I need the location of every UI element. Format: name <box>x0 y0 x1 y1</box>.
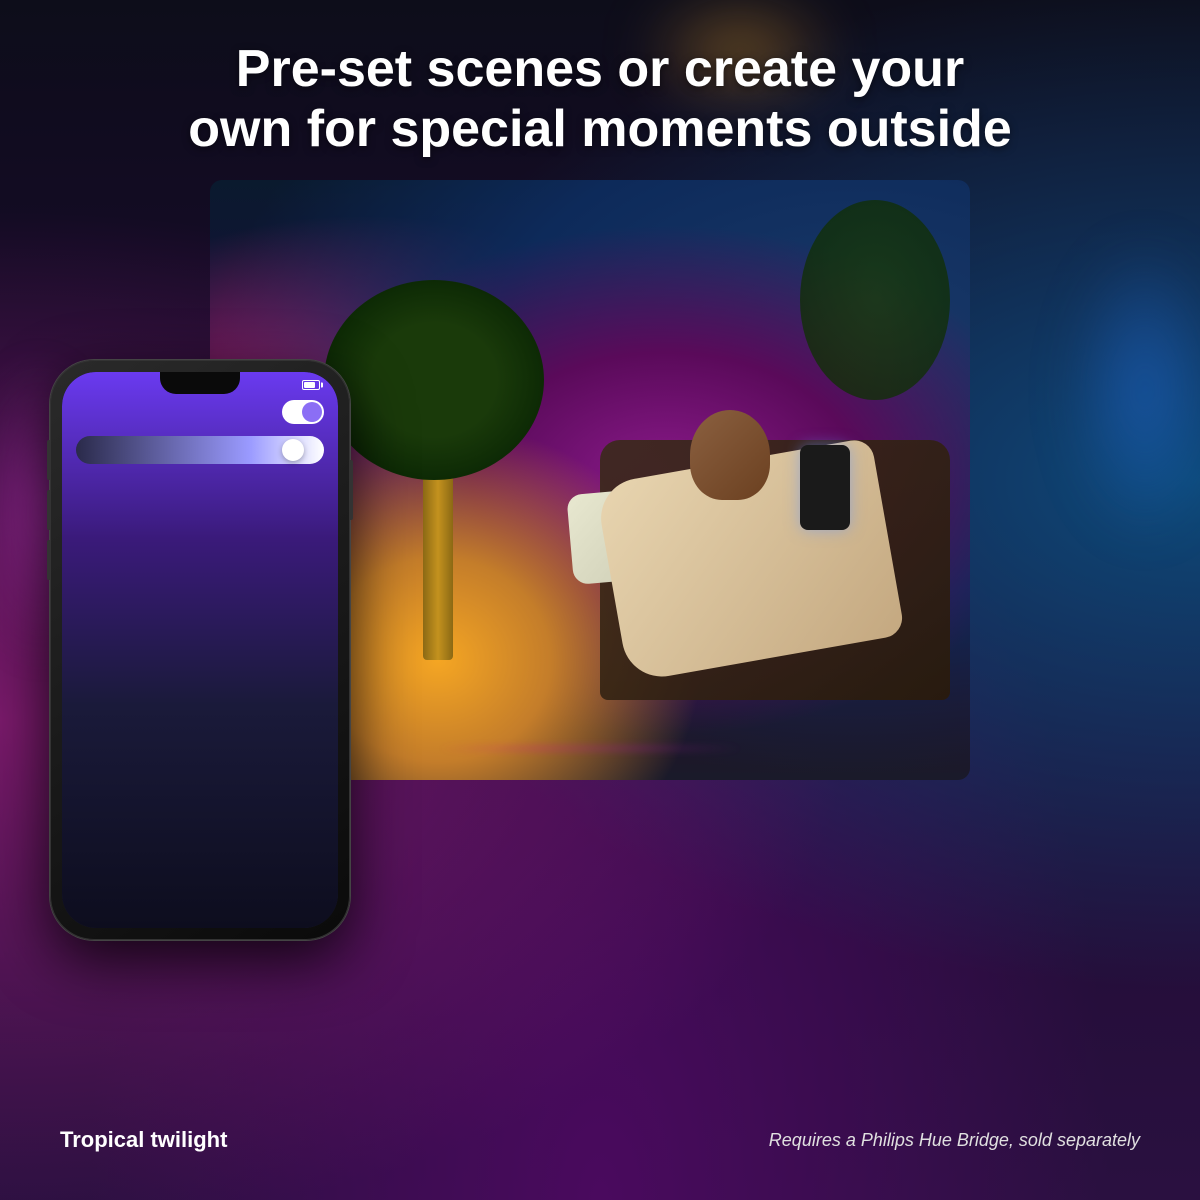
phone-mockup: 9:41 ∿ <box>50 360 350 940</box>
phone-notch <box>160 372 240 394</box>
headline: Pre-set scenes or create your own for sp… <box>0 0 1200 190</box>
requires-text: Requires a Philips Hue Bridge, sold sepa… <box>769 1130 1140 1151</box>
plant-right <box>800 200 950 400</box>
battery-icon <box>302 380 320 390</box>
tree-foliage <box>324 280 544 480</box>
phone-vol-down-button <box>47 540 50 580</box>
phone-outer: 9:41 ∿ <box>50 360 350 940</box>
glow-strip <box>438 747 742 750</box>
headline-line1: Pre-set scenes or create your <box>236 40 964 98</box>
phone-screen: 9:41 ∿ <box>62 372 338 928</box>
phone-vol-up-button <box>47 490 50 530</box>
page-content: Pre-set scenes or create your own for sp… <box>0 0 1200 1200</box>
bottom-section: Tropical twilight Requires a Philips Hue… <box>0 1080 1200 1200</box>
phone-power-button <box>350 460 353 520</box>
headline-line2: own for special moments outside <box>188 100 1011 158</box>
power-toggle[interactable] <box>282 400 324 424</box>
brightness-slider[interactable] <box>76 436 324 464</box>
toggle-knob <box>302 402 322 422</box>
tropical-twilight-label: Tropical twilight <box>60 1127 227 1153</box>
phone-silent-button <box>47 440 50 480</box>
scene-phone-prop <box>800 445 850 530</box>
battery-fill <box>304 382 315 388</box>
person-head <box>690 410 770 500</box>
slider-thumb <box>282 439 304 461</box>
